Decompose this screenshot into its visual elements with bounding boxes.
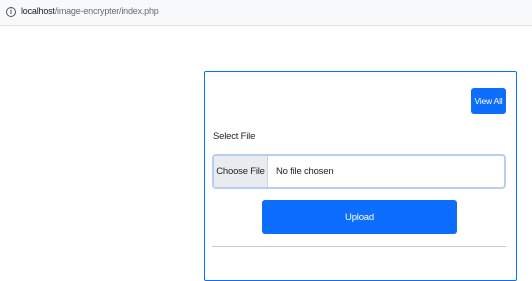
url-path: /image-encrypter/index.php: [54, 6, 159, 16]
info-circle-icon[interactable]: i: [6, 7, 16, 17]
url-text[interactable]: localhost/image-encrypter/index.php: [21, 6, 159, 16]
url-host: localhost: [21, 6, 55, 16]
upload-button[interactable]: Upload: [262, 200, 457, 234]
select-file-label: Select File: [213, 131, 256, 142]
address-bar[interactable]: i localhost/image-encrypter/index.php: [0, 0, 532, 26]
choose-file-button[interactable]: Choose File: [214, 156, 268, 187]
file-input[interactable]: Choose File No file chosen: [212, 154, 506, 189]
file-status-text: No file chosen: [276, 166, 334, 177]
upload-card: View All Select File Choose File No file…: [204, 71, 517, 281]
divider: [212, 246, 506, 247]
view-all-button[interactable]: View All: [471, 88, 506, 114]
